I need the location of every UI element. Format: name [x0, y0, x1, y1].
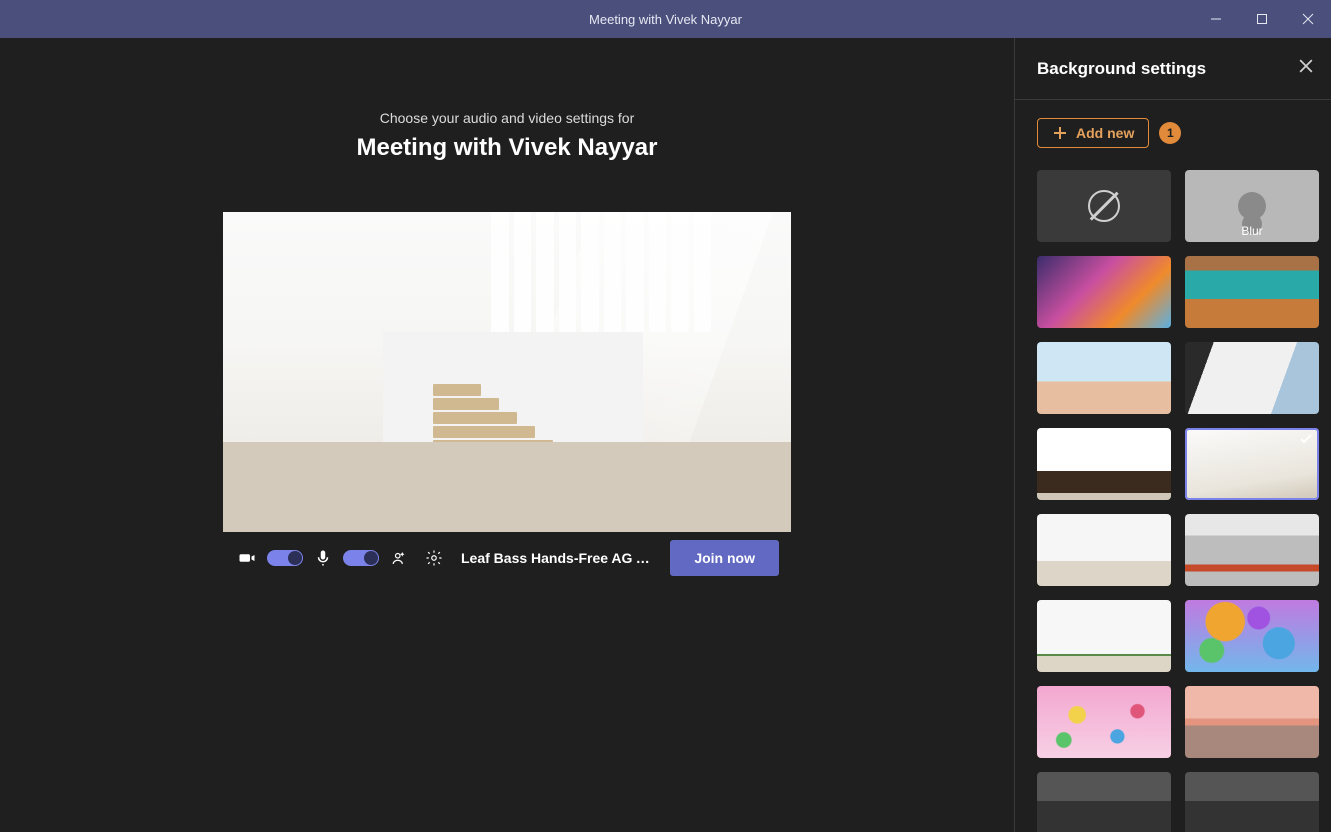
- blur-avatar-icon: [1238, 192, 1266, 220]
- prejoin-area: Choose your audio and video settings for…: [0, 38, 1014, 832]
- titlebar: Meeting with Vivek Nayyar: [0, 0, 1331, 38]
- panel-body: Add new 1 Blur: [1015, 100, 1331, 832]
- check-icon: [1299, 432, 1313, 451]
- background-option-bg13[interactable]: [1185, 686, 1319, 758]
- meeting-title: Meeting with Vivek Nayyar: [356, 134, 657, 162]
- background-option-bg11[interactable]: [1185, 600, 1319, 672]
- microphone-icon: [311, 546, 335, 570]
- close-button[interactable]: [1285, 0, 1331, 38]
- panel-title: Background settings: [1037, 59, 1206, 79]
- background-option-bg2[interactable]: [1037, 256, 1171, 328]
- video-preview: [223, 212, 791, 532]
- background-option-label: Blur: [1185, 224, 1319, 238]
- camera-icon: [235, 546, 259, 570]
- background-grid: Blur: [1037, 170, 1319, 832]
- window-title: Meeting with Vivek Nayyar: [589, 12, 742, 27]
- minimize-button[interactable]: [1193, 0, 1239, 38]
- join-now-button[interactable]: Join now: [670, 540, 779, 576]
- background-option-bg4[interactable]: [1037, 342, 1171, 414]
- preview-background: [223, 212, 791, 532]
- none-icon: [1088, 190, 1120, 222]
- background-option-bg10[interactable]: [1037, 600, 1171, 672]
- plus-icon: [1052, 125, 1068, 141]
- background-option-bg8[interactable]: [1037, 514, 1171, 586]
- background-option-bg12[interactable]: [1037, 686, 1171, 758]
- background-option-blur[interactable]: Blur: [1185, 170, 1319, 242]
- background-option-bg3[interactable]: [1185, 256, 1319, 328]
- add-new-row: Add new 1: [1037, 118, 1319, 148]
- background-option-bg5[interactable]: [1185, 342, 1319, 414]
- background-settings-panel: Background settings Add new 1 Blur: [1014, 38, 1331, 832]
- add-new-badge: 1: [1159, 122, 1181, 144]
- prejoin-controls: Leaf Bass Hands-Free AG Au... Join now: [223, 532, 791, 584]
- background-option-bg9[interactable]: [1185, 514, 1319, 586]
- audio-device-name[interactable]: Leaf Bass Hands-Free AG Au...: [455, 550, 662, 566]
- background-option-bg15[interactable]: [1185, 772, 1319, 832]
- camera-toggle[interactable]: [267, 550, 303, 566]
- panel-close-button[interactable]: [1299, 59, 1313, 78]
- background-option-bg6[interactable]: [1037, 428, 1171, 500]
- device-settings-button[interactable]: [421, 545, 447, 571]
- panel-header: Background settings: [1015, 38, 1331, 100]
- window-controls: [1193, 0, 1331, 38]
- maximize-button[interactable]: [1239, 0, 1285, 38]
- microphone-toggle[interactable]: [343, 550, 379, 566]
- background-option-none[interactable]: [1037, 170, 1171, 242]
- add-new-label: Add new: [1076, 125, 1134, 141]
- background-effects-button[interactable]: [387, 545, 413, 571]
- add-new-button[interactable]: Add new: [1037, 118, 1149, 148]
- subheading: Choose your audio and video settings for: [380, 110, 635, 126]
- background-option-bg7[interactable]: [1185, 428, 1319, 500]
- background-option-bg14[interactable]: [1037, 772, 1171, 832]
